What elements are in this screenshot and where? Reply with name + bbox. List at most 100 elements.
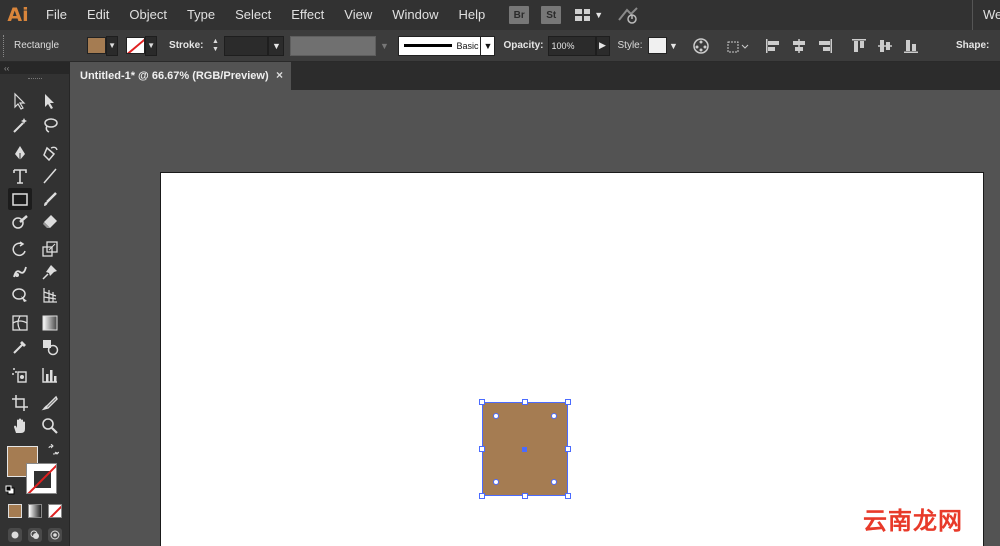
align-top-icon[interactable]	[849, 36, 869, 56]
swap-fill-stroke-icon[interactable]	[47, 444, 59, 456]
bridge-button[interactable]: Br	[509, 6, 530, 24]
shape-properties-link[interactable]: Shape:	[956, 40, 989, 51]
type-tool[interactable]	[8, 165, 32, 187]
direct-selection-tool[interactable]	[38, 90, 62, 112]
artboard-tool[interactable]	[8, 392, 32, 414]
workspace-switcher[interactable]: Web	[972, 0, 1000, 30]
resize-handle-top[interactable]	[522, 399, 528, 405]
gradient-mode-button[interactable]	[28, 504, 42, 518]
stroke-dropdown[interactable]: ▼	[145, 35, 158, 56]
opacity-label[interactable]: Opacity:	[503, 40, 543, 51]
menu-view[interactable]: View	[334, 0, 382, 30]
menu-select[interactable]: Select	[225, 0, 281, 30]
style-dropdown[interactable]: ▼	[667, 36, 681, 56]
zoom-tool[interactable]	[38, 415, 62, 437]
hand-tool[interactable]	[8, 415, 32, 437]
stroke-weight-input[interactable]	[224, 35, 269, 56]
scale-icon	[42, 241, 58, 257]
variable-width-profile[interactable]	[290, 35, 377, 56]
align-left-icon[interactable]	[763, 36, 783, 56]
menu-window[interactable]: Window	[382, 0, 448, 30]
document-tab[interactable]: Untitled-1* @ 66.67% (RGB/Preview) ×	[70, 62, 291, 90]
variable-width-dropdown[interactable]: ▼	[376, 36, 392, 56]
brush-definition[interactable]: Basic	[398, 35, 482, 56]
tools-panel-grip[interactable]	[0, 74, 69, 84]
brush-dropdown[interactable]: ▼	[481, 35, 496, 56]
fill-swatch[interactable]	[87, 37, 107, 54]
align-right-icon[interactable]	[815, 36, 835, 56]
rotate-tool[interactable]	[8, 238, 32, 260]
draw-inside-button[interactable]	[48, 528, 62, 542]
selection-arrow-icon	[14, 92, 26, 110]
draw-normal-button[interactable]	[8, 528, 22, 542]
recolor-artwork-icon[interactable]	[691, 36, 711, 56]
resize-handle-bottom-right[interactable]	[565, 493, 571, 499]
resize-handle-left[interactable]	[479, 446, 485, 452]
stock-button[interactable]: St	[541, 6, 562, 24]
resize-handle-top-left[interactable]	[479, 399, 485, 405]
resize-handle-right[interactable]	[565, 446, 571, 452]
column-graph-icon	[42, 368, 57, 383]
menu-edit[interactable]: Edit	[77, 0, 119, 30]
corner-widget-bottom-right[interactable]	[551, 479, 557, 485]
resize-handle-bottom[interactable]	[522, 493, 528, 499]
magic-wand-tool[interactable]	[8, 114, 32, 136]
menu-object[interactable]: Object	[119, 0, 177, 30]
menu-effect[interactable]: Effect	[281, 0, 334, 30]
close-icon[interactable]: ×	[276, 68, 283, 82]
color-mode-button[interactable]	[8, 504, 22, 518]
resize-handle-top-right[interactable]	[565, 399, 571, 405]
shape-builder-tool[interactable]	[8, 284, 32, 306]
blend-tool[interactable]	[38, 336, 62, 358]
perspective-grid-tool[interactable]	[38, 284, 62, 306]
graphic-style-swatch[interactable]	[647, 37, 667, 54]
puppet-warp-tool[interactable]	[38, 261, 62, 283]
artboard[interactable]	[160, 172, 984, 546]
control-bar-grip[interactable]	[3, 34, 7, 57]
stroke-weight-stepper[interactable]: ▲ ▼	[209, 36, 221, 56]
stroke-weight-dropdown[interactable]: ▼	[268, 35, 285, 56]
stroke-swatch[interactable]	[126, 37, 146, 54]
menu-type[interactable]: Type	[177, 0, 225, 30]
canvas-area[interactable]	[70, 90, 1000, 546]
warp-tool[interactable]	[8, 261, 32, 283]
corner-widget-bottom-left[interactable]	[493, 479, 499, 485]
none-mode-button[interactable]	[48, 504, 62, 518]
menu-help[interactable]: Help	[448, 0, 495, 30]
pen-tool[interactable]	[8, 142, 32, 164]
corner-widget-top-left[interactable]	[493, 413, 499, 419]
draw-behind-button[interactable]	[28, 528, 42, 542]
gradient-tool[interactable]	[38, 312, 62, 334]
eraser-tool[interactable]	[38, 211, 62, 233]
curvature-tool[interactable]	[38, 142, 62, 164]
mesh-tool[interactable]	[8, 312, 32, 334]
corner-widget-top-right[interactable]	[551, 413, 557, 419]
resize-handle-bottom-left[interactable]	[479, 493, 485, 499]
gpu-performance-icon[interactable]	[617, 6, 639, 24]
column-graph-tool[interactable]	[38, 364, 62, 386]
tools-collapse-button[interactable]: ‹‹	[0, 62, 69, 74]
lasso-tool[interactable]	[38, 114, 62, 136]
menu-file[interactable]: File	[36, 0, 77, 30]
align-vertical-center-icon[interactable]	[875, 36, 895, 56]
align-horizontal-center-icon[interactable]	[789, 36, 809, 56]
eyedropper-tool[interactable]	[8, 336, 32, 358]
selection-tool[interactable]	[8, 90, 32, 112]
opacity-input[interactable]: 100%	[547, 35, 596, 56]
align-to-selection-icon[interactable]	[725, 36, 751, 56]
fill-dropdown[interactable]: ▼	[106, 35, 119, 56]
chevron-down-icon: ▼	[108, 41, 116, 50]
paintbrush-tool[interactable]	[38, 188, 62, 210]
arrange-documents-button[interactable]: ▼	[575, 9, 603, 21]
default-fill-stroke-icon[interactable]	[5, 485, 15, 495]
rectangle-tool[interactable]	[8, 188, 32, 210]
slice-tool[interactable]	[38, 392, 62, 414]
shaper-tool[interactable]	[8, 211, 32, 233]
symbol-sprayer-tool[interactable]	[8, 364, 32, 386]
opacity-slider-button[interactable]: ▶	[595, 35, 610, 56]
stroke-color-swatch[interactable]	[26, 463, 57, 494]
scale-tool[interactable]	[38, 238, 62, 260]
align-bottom-icon[interactable]	[901, 36, 921, 56]
stroke-label[interactable]: Stroke:	[169, 40, 203, 51]
line-segment-tool[interactable]	[38, 165, 62, 187]
